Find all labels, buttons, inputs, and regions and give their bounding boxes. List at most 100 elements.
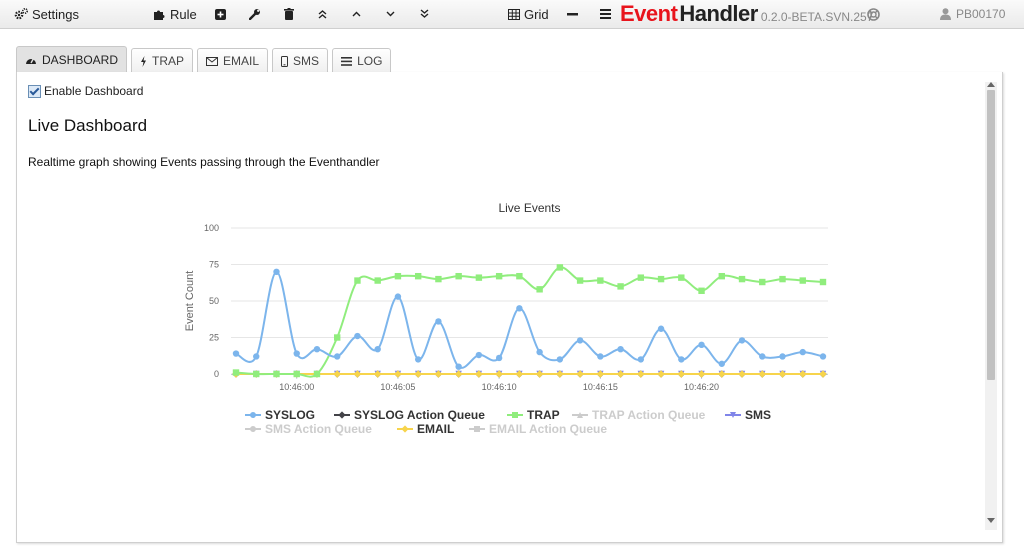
tab-log[interactable]: LOG [332, 48, 392, 73]
enable-dashboard-label: Enable Dashboard [44, 84, 144, 98]
legend-item-email[interactable]: EMAIL [417, 422, 454, 436]
syslog-point [759, 353, 766, 360]
user-id: PB00170 [956, 7, 1006, 21]
tab-bar: DASHBOARD TRAP EMAIL SMS LOG [16, 46, 392, 73]
y-tick-label: 100 [204, 223, 219, 233]
trap-point [678, 274, 685, 281]
legend-item-sms-action-queue[interactable]: SMS Action Queue [265, 422, 372, 436]
syslog-point [576, 337, 584, 344]
brand-event: Event [620, 1, 678, 26]
y-tick-label: 0 [214, 369, 219, 379]
move-down-button[interactable] [386, 0, 395, 28]
move-bottom-button[interactable] [420, 0, 429, 28]
syslog-point [738, 337, 746, 344]
trap-point [273, 370, 280, 378]
legend-marker-syslog [250, 412, 256, 418]
trap-point [657, 275, 665, 283]
trap-point [516, 272, 523, 280]
legend-item-trap[interactable]: TRAP [527, 408, 560, 422]
double-chevron-down-icon [420, 9, 429, 18]
x-tick-label: 10:46:10 [482, 382, 517, 392]
chevron-down-icon [386, 11, 395, 17]
edit-button[interactable] [249, 0, 261, 28]
syslog-point [334, 353, 341, 360]
grid-label: Grid [524, 6, 549, 22]
tab-dashboard[interactable]: DASHBOARD [16, 46, 128, 73]
trap-point [637, 274, 645, 281]
help-button[interactable] [867, 0, 880, 28]
grid-button[interactable]: Grid [508, 0, 549, 28]
trap-point [394, 272, 402, 280]
lifebuoy-icon [867, 7, 880, 21]
syslog-point [293, 350, 300, 357]
puzzle-icon [154, 10, 165, 20]
user-icon [940, 8, 951, 20]
trap-point [597, 277, 604, 284]
trap-point [759, 278, 766, 286]
panel-scrollbar[interactable] [985, 82, 997, 530]
user-menu[interactable]: PB00170 [940, 0, 1005, 28]
syslog-point [678, 356, 685, 363]
chevron-up-icon [352, 11, 361, 17]
trap-point [232, 369, 240, 376]
legend-marker-syslog-action-queue [338, 411, 346, 419]
syslog-point [394, 293, 402, 300]
syslog-point [253, 353, 260, 360]
y-tick-label: 25 [209, 333, 219, 343]
legend-item-syslog-action-queue[interactable]: SYSLOG Action Queue [354, 408, 485, 422]
tab-sms[interactable]: SMS [272, 48, 329, 73]
trap-point [576, 277, 584, 284]
minimize-button[interactable] [567, 0, 578, 28]
trap-point [253, 370, 260, 378]
legend-item-email-action-queue[interactable]: EMAIL Action Queue [489, 422, 607, 436]
table-icon [508, 8, 520, 20]
trap-point [819, 278, 827, 286]
settings-button[interactable]: Settings [14, 0, 79, 28]
legend-item-trap-action-queue[interactable]: TRAP Action Queue [592, 408, 706, 422]
syslog-point [313, 345, 321, 353]
page-description: Realtime graph showing Events passing th… [28, 155, 380, 169]
add-button[interactable] [215, 0, 226, 28]
tab-log-label: LOG [357, 54, 383, 68]
trap-point [334, 334, 341, 341]
app-brand: Event Handler 0.2.0-BETA.SVN.257 [620, 1, 873, 27]
syslog-point [698, 341, 705, 348]
legend-item-sms[interactable]: SMS [745, 408, 771, 422]
app-version: 0.2.0-BETA.SVN.257 [760, 10, 874, 24]
mobile-icon [281, 55, 289, 67]
syslog-point [273, 268, 280, 275]
syslog-point [657, 325, 665, 332]
scroll-thumb[interactable] [987, 90, 995, 380]
syslog-point [232, 350, 240, 357]
syslog-point [374, 345, 381, 353]
y-tick-label: 50 [209, 296, 219, 306]
trap-point [799, 277, 806, 284]
move-top-button[interactable] [318, 0, 327, 28]
trap-point [293, 370, 300, 378]
x-tick-label: 10:46:20 [684, 382, 719, 392]
legend-item-syslog[interactable]: SYSLOG [265, 408, 315, 422]
live-events-chart: Live Events 0 25 50 75 100 Event Count 10:46:00… [184, 201, 828, 436]
enable-dashboard-checkbox[interactable] [28, 84, 41, 98]
trap-series-line [235, 266, 824, 378]
syslog-point [495, 354, 503, 362]
trash-icon [284, 8, 294, 20]
menu-button[interactable] [600, 0, 611, 28]
cogs-icon [14, 8, 28, 20]
trap-point [617, 283, 624, 290]
tab-email[interactable]: EMAIL [197, 48, 269, 73]
bolt-icon [141, 55, 147, 67]
scroll-down-arrow[interactable] [987, 518, 995, 523]
syslog-point [799, 348, 806, 356]
move-up-button[interactable] [352, 0, 361, 28]
scroll-up-arrow[interactable] [987, 82, 995, 87]
tab-trap[interactable]: TRAP [131, 48, 194, 73]
trap-point [495, 272, 503, 280]
enable-dashboard-row: Enable Dashboard [28, 84, 143, 98]
rule-button[interactable]: Rule [153, 0, 197, 28]
trap-point [738, 275, 746, 283]
tab-dashboard-label: DASHBOARD [42, 53, 119, 67]
delete-button[interactable] [284, 0, 294, 28]
trap-point [718, 272, 725, 280]
envelope-icon [206, 56, 219, 66]
